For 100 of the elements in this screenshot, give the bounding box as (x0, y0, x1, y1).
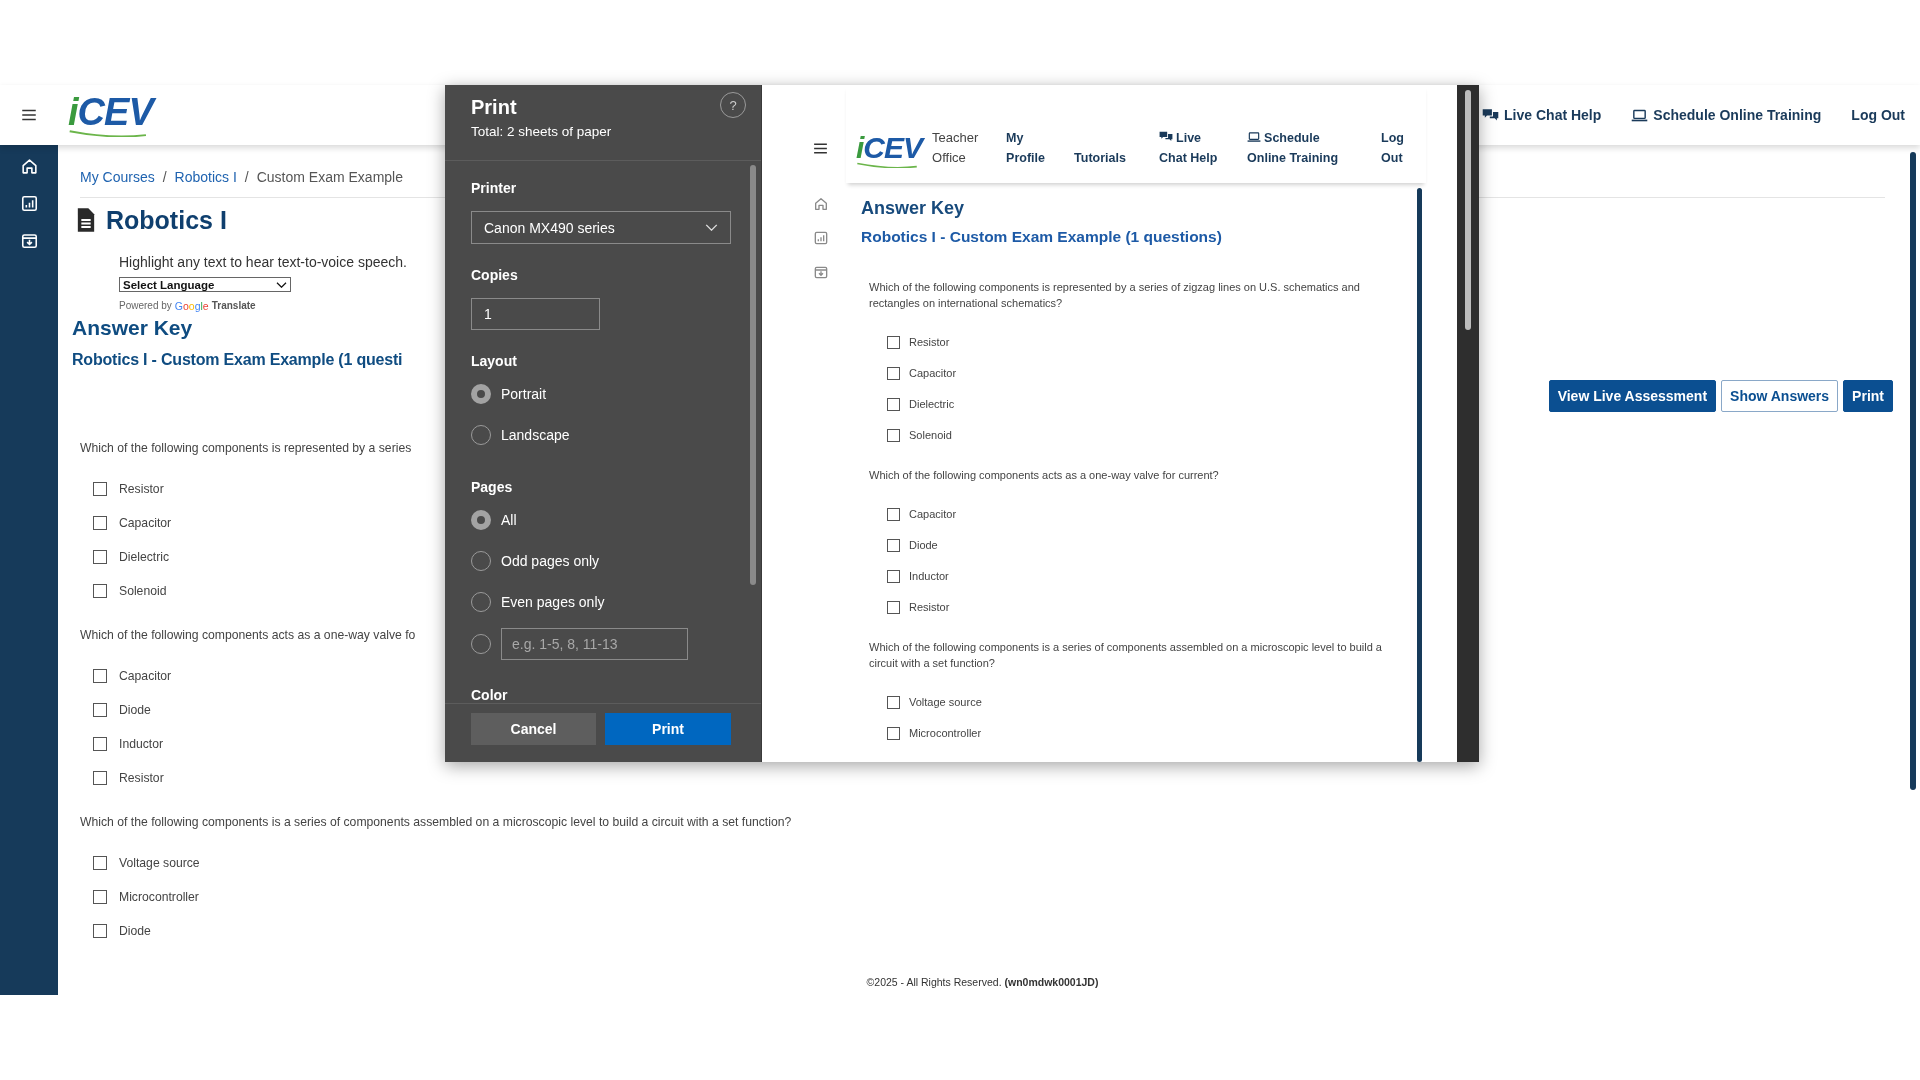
checkbox[interactable] (887, 600, 900, 614)
checkbox[interactable] (93, 924, 107, 938)
action-button[interactable]: View Live Assessment (1548, 380, 1717, 412)
nav-link[interactable]: Tutorials (1074, 148, 1140, 168)
radio-label: Landscape (501, 427, 570, 443)
radio-label: Even pages only (501, 594, 605, 610)
powered-by-text: Powered by (119, 300, 172, 312)
option-label: Resistor (909, 336, 950, 348)
checkbox[interactable] (887, 726, 900, 740)
subheading: Robotics I - Custom Exam Example (1 questi (72, 350, 403, 370)
radio-button[interactable] (471, 384, 491, 404)
field-label: Layout (471, 352, 518, 370)
scrollbar[interactable] (1910, 152, 1916, 790)
chart-icon (813, 230, 829, 246)
translate-text: Translate (211, 300, 256, 312)
breadcrumb-separator: / (162, 168, 167, 187)
heading: Answer Key (72, 316, 193, 340)
option-label: Diode (119, 703, 151, 717)
option-label: Microcontroller (119, 890, 199, 904)
language-select[interactable]: Select Language (119, 277, 291, 292)
radio-label: Odd pages only (501, 553, 600, 569)
nav-link[interactable]: Schedule Online Training (1631, 106, 1822, 124)
checkbox[interactable] (93, 737, 107, 751)
question-text: Which of the following components is a series of components assembled on a microscopic level to build a circuit with a set function? (869, 640, 1383, 671)
checkbox[interactable] (887, 695, 900, 709)
scrollbar[interactable] (1417, 188, 1422, 762)
option-label: Capacitor (119, 516, 172, 530)
breadcrumb-link[interactable]: Robotics I (174, 167, 237, 187)
option-label: Voltage source (909, 696, 982, 708)
sheet-summary: Total: 2 sheets of paper (471, 124, 612, 140)
option-label: Inductor (119, 737, 164, 751)
checkbox[interactable] (93, 771, 107, 785)
checkbox[interactable] (887, 335, 900, 349)
google-logo: Google (174, 300, 209, 312)
home-icon (19, 157, 39, 176)
option-label: Dielectric (119, 550, 170, 564)
question-text: Which of the following components acts as a one-way valve for current? (869, 468, 1220, 483)
checkbox[interactable] (887, 397, 900, 411)
option-label: Solenoid (119, 584, 167, 598)
field-label: Copies (471, 266, 519, 284)
chart-icon (19, 194, 39, 213)
checkbox[interactable] (887, 366, 900, 380)
checkbox[interactable] (887, 538, 900, 552)
checkbox[interactable] (887, 507, 900, 521)
question-text: Which of the following components is represented by a series of zigzag lines on U.S. schematics and rectangles on international schematics? (869, 280, 1361, 311)
field-label: Pages (471, 478, 514, 496)
checkbox[interactable] (887, 569, 900, 583)
cancel-button[interactable]: Cancel (471, 713, 596, 745)
checkbox[interactable] (93, 856, 107, 870)
chevron-icon (276, 281, 287, 288)
chevron-icon (705, 224, 718, 231)
scrollbar[interactable] (1465, 90, 1471, 330)
home-icon (813, 196, 829, 212)
page-title: Robotics I (106, 205, 227, 235)
nav-link[interactable]: Log Out (1381, 128, 1412, 168)
nav-link[interactable]: Live Chat Help (1159, 128, 1230, 168)
action-button[interactable]: Show Answers (1721, 380, 1839, 412)
checkbox[interactable] (93, 516, 107, 530)
menu-icon (812, 140, 829, 157)
option-label: Capacitor (909, 508, 957, 520)
checkbox[interactable] (93, 550, 107, 564)
option-label: Microcontroller (909, 727, 982, 739)
nav-link[interactable]: Log Out (1851, 107, 1905, 123)
option-label: Diode (909, 539, 938, 551)
speech-hint: Highlight any text to hear text-to-voice speech. (119, 253, 408, 271)
page-range-field[interactable]: e.g. 1-5, 8, 11-13 (501, 628, 688, 660)
radio-label: All (501, 512, 517, 528)
copies-field[interactable]: 1 (471, 298, 600, 330)
field-label: Color (471, 686, 509, 703)
subheading: Robotics I - Custom Exam Example (1 questions) (861, 227, 1223, 247)
checkbox[interactable] (93, 669, 107, 683)
checkbox[interactable] (887, 428, 900, 442)
print-button[interactable]: Print (605, 713, 731, 745)
option-label: Resistor (119, 482, 164, 496)
dialog-title: Print (471, 95, 518, 119)
checkbox[interactable] (93, 482, 107, 496)
nav-link[interactable]: My Profile (1006, 128, 1062, 168)
question-text: Which of the following components is a series of components assembled on a microscopic level to build a circuit with a set function? (80, 815, 793, 829)
nav-link[interactable]: Schedule Online Training (1247, 128, 1360, 168)
option-label: Dielectric (909, 398, 955, 410)
printer-select[interactable]: Canon MX490 series (471, 211, 731, 244)
scrollbar[interactable] (750, 165, 756, 585)
logo[interactable]: iCEV (856, 132, 923, 168)
breadcrumb-current: Custom Exam Example (256, 168, 403, 187)
nav-link[interactable]: Live Chat Help (1482, 106, 1602, 124)
action-button[interactable]: Print (1843, 380, 1893, 412)
breadcrumb-link[interactable]: My Courses (80, 167, 155, 187)
field-label: Printer (471, 179, 518, 197)
checkbox[interactable] (93, 890, 107, 904)
radio-button[interactable] (471, 510, 491, 530)
option-label: Diode (119, 924, 151, 938)
laptop-icon (1247, 130, 1262, 144)
option-label: Capacitor (909, 367, 957, 379)
question-text: Which of the following components acts as a one-way valve fo (80, 628, 417, 642)
checkbox[interactable] (93, 584, 107, 598)
radio-label: Portrait (501, 386, 547, 402)
download-icon (813, 264, 829, 280)
checkbox[interactable] (93, 703, 107, 717)
option-label: Voltage source (119, 856, 200, 870)
option-label: Resistor (909, 601, 950, 613)
